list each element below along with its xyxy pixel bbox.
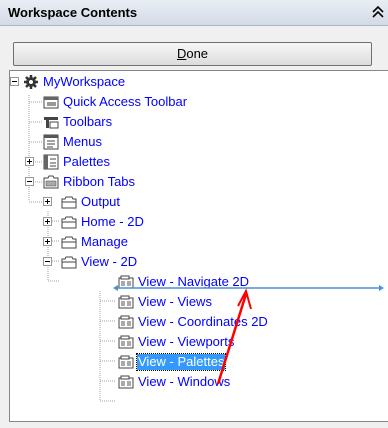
ribbon-tab-icon — [61, 256, 77, 269]
tree-node-output[interactable]: Output — [10, 193, 210, 211]
tree-node-label: Toolbars — [63, 114, 113, 129]
expand-toggle-icon[interactable] — [43, 197, 52, 206]
done-button-label: one — [186, 46, 209, 61]
tree-node-label: Quick Access Toolbar — [63, 94, 188, 109]
tree-node-label: View - Navigate 2D — [138, 274, 250, 289]
ribbon-panel-icon — [118, 295, 134, 309]
tree-node-label: View - Palettes — [135, 353, 227, 371]
tree-node-label: View - Coordinates 2D — [138, 314, 268, 329]
collapse-toggle-icon[interactable] — [25, 177, 34, 186]
tree-node-label: Home - 2D — [81, 214, 144, 229]
tree-node-label: Menus — [63, 134, 103, 149]
workspace-contents-panel: Workspace Contents Done MyWorkspace Quic… — [0, 0, 388, 428]
tree-node-label: View - Viewports — [138, 334, 235, 349]
ribbon-panel-icon — [118, 375, 134, 389]
tree-node-view-2d[interactable]: View - 2D — [10, 253, 210, 271]
menus-icon — [43, 134, 59, 150]
tree-node-label: View - 2D — [81, 254, 138, 269]
collapse-toggle-icon[interactable] — [10, 77, 19, 86]
ribbon-tab-icon — [61, 216, 77, 229]
tree-node-panel[interactable]: View - Windows — [10, 373, 310, 391]
tree-node-label: Output — [81, 194, 121, 209]
tree-node-panel[interactable]: View - Coordinates 2D — [10, 313, 310, 331]
panel-title: Workspace Contents — [8, 5, 138, 20]
tree-node-panel[interactable]: View - Views — [10, 293, 310, 311]
ribbon-panel-icon — [118, 355, 134, 369]
tree-node-menus[interactable]: Menus — [10, 133, 210, 151]
tree-node-label: Ribbon Tabs — [63, 174, 136, 189]
ribbon-tab-icon — [61, 236, 77, 249]
collapse-toggle-icon[interactable] — [43, 257, 52, 266]
tree-node-label: View - Views — [138, 294, 212, 309]
workspace-tree[interactable]: MyWorkspace Quick Access Toolbar Toolbar… — [9, 70, 388, 422]
ribbon-tab-icon — [61, 196, 77, 209]
ribbon-tabs-icon — [43, 175, 59, 189]
tree-node-label: MyWorkspace — [43, 74, 126, 89]
tree-node-palettes[interactable]: Palettes — [10, 153, 210, 171]
tree-node-label: Palettes — [63, 154, 110, 169]
done-button[interactable]: Done — [13, 42, 372, 66]
tree-node-toolbars[interactable]: Toolbars — [10, 113, 210, 131]
gear-icon — [24, 75, 38, 89]
tree-node-label: View - Windows — [138, 374, 231, 389]
tree-node-root[interactable]: MyWorkspace — [10, 73, 210, 91]
tree-node-panel-selected[interactable]: View - Palettes — [10, 353, 310, 371]
double-chevron-up-icon[interactable] — [370, 3, 386, 21]
done-button-mnemonic: D — [176, 46, 187, 61]
toolbar-icon — [43, 96, 59, 109]
tree-node-label: Manage — [81, 234, 128, 249]
tree-node-quick-access-toolbar[interactable]: Quick Access Toolbar — [10, 93, 260, 111]
tree-node-home-2d[interactable]: Home - 2D — [10, 213, 210, 231]
toolbars-icon — [44, 117, 59, 129]
tree-node-manage[interactable]: Manage — [10, 233, 210, 251]
tree-node-panel[interactable]: View - Navigate 2D — [10, 273, 310, 291]
panel-header: Workspace Contents — [0, 0, 388, 26]
expand-toggle-icon[interactable] — [25, 157, 34, 166]
tree-node-panel[interactable]: View - Viewports — [10, 333, 310, 351]
tree-node-ribbon-tabs[interactable]: Ribbon Tabs — [10, 173, 210, 191]
ribbon-panel-icon — [118, 275, 134, 289]
ribbon-panel-icon — [118, 335, 134, 349]
ribbon-panel-icon — [118, 315, 134, 329]
expand-toggle-icon[interactable] — [43, 217, 52, 226]
expand-toggle-icon[interactable] — [43, 237, 52, 246]
palettes-icon — [43, 154, 59, 170]
